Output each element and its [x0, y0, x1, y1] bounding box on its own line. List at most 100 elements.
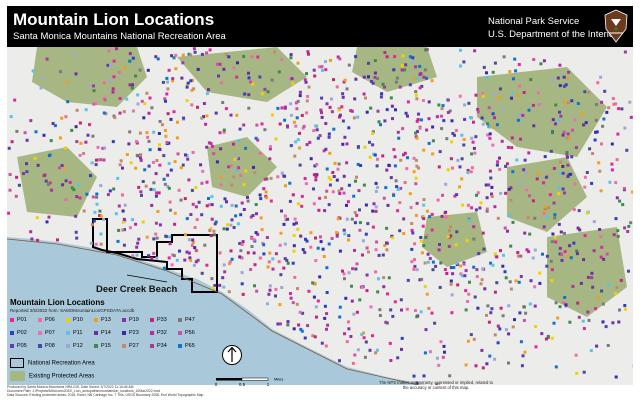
- lion-location-marker: [439, 340, 443, 344]
- lion-location-marker: [168, 200, 172, 204]
- legend-swatch: [94, 330, 98, 335]
- lion-location-marker: [291, 193, 295, 197]
- legend-item-p33: P33: [150, 317, 167, 323]
- lion-location-marker: [428, 350, 432, 354]
- lion-location-marker: [384, 186, 388, 190]
- legend-label: P05: [17, 343, 27, 349]
- lion-location-marker: [543, 155, 547, 159]
- lion-location-marker: [74, 230, 78, 234]
- lion-location-marker: [362, 336, 366, 340]
- lion-location-marker: [10, 140, 14, 144]
- lion-location-marker: [389, 176, 393, 180]
- lion-location-marker: [594, 118, 598, 122]
- lion-location-marker: [629, 221, 633, 225]
- lion-location-marker: [486, 304, 490, 308]
- lion-location-marker: [152, 160, 155, 164]
- lion-location-marker: [365, 289, 369, 293]
- nps-arrowhead-logo-icon: [604, 9, 628, 43]
- lion-location-marker: [504, 164, 508, 168]
- lion-location-marker: [325, 327, 328, 331]
- lion-location-marker: [137, 237, 141, 241]
- lion-location-marker: [158, 120, 162, 123]
- lion-location-marker: [243, 92, 247, 96]
- lion-location-marker: [460, 157, 464, 161]
- lion-location-marker: [147, 111, 151, 115]
- legend-label: P32: [157, 330, 167, 336]
- lion-location-marker: [342, 174, 346, 178]
- lion-location-marker: [42, 133, 46, 137]
- lion-location-marker: [354, 55, 358, 59]
- lion-location-marker: [389, 96, 393, 100]
- lion-location-marker: [442, 344, 446, 348]
- lion-location-marker: [458, 165, 462, 169]
- lion-location-marker: [528, 194, 531, 198]
- lion-location-marker: [347, 126, 351, 130]
- lion-location-marker: [314, 178, 318, 182]
- lion-location-marker: [61, 183, 65, 187]
- lion-location-marker: [377, 120, 381, 124]
- lion-location-marker: [554, 103, 558, 107]
- lion-location-marker: [344, 296, 348, 300]
- lion-location-marker: [509, 287, 513, 291]
- lion-location-marker: [537, 103, 541, 107]
- lion-location-marker: [466, 300, 469, 303]
- legend-swatch: [66, 317, 70, 322]
- lion-location-marker: [438, 150, 442, 154]
- lion-location-marker: [507, 332, 511, 336]
- legend-swatch: [122, 343, 126, 348]
- lion-location-marker: [464, 269, 468, 273]
- lion-location-marker: [249, 80, 252, 84]
- lion-location-marker: [316, 299, 320, 303]
- lion-location-marker: [247, 71, 250, 75]
- lion-location-marker: [410, 247, 414, 251]
- lion-location-marker: [234, 214, 238, 218]
- lion-location-marker: [335, 234, 339, 238]
- legend-item-p02: P02: [10, 330, 27, 336]
- lion-location-marker: [395, 76, 399, 80]
- lion-location-marker: [338, 57, 342, 61]
- lion-location-marker: [314, 236, 317, 240]
- lion-location-marker: [441, 104, 445, 108]
- lion-location-marker: [557, 185, 561, 189]
- lion-location-marker: [35, 216, 39, 220]
- lion-location-marker: [599, 75, 603, 79]
- lion-location-marker: [468, 280, 471, 284]
- lion-location-marker: [580, 112, 584, 116]
- lion-location-marker: [274, 294, 277, 298]
- lion-location-marker: [70, 128, 74, 132]
- lion-location-marker: [325, 291, 329, 294]
- lion-location-marker: [121, 193, 124, 197]
- lion-location-marker: [294, 101, 298, 105]
- lion-location-marker: [582, 123, 586, 127]
- lion-location-marker: [572, 241, 576, 245]
- lion-location-marker: [445, 272, 449, 275]
- lion-location-marker: [561, 187, 565, 191]
- lion-location-marker: [99, 184, 103, 188]
- lion-location-marker: [363, 145, 367, 149]
- lion-location-marker: [600, 142, 603, 146]
- lion-location-marker: [614, 375, 618, 379]
- lion-location-marker: [173, 222, 177, 226]
- lion-location-marker: [376, 157, 379, 161]
- lion-location-marker: [317, 208, 321, 212]
- lion-location-marker: [485, 362, 489, 366]
- lion-location-marker: [598, 228, 602, 231]
- lion-location-marker: [458, 94, 462, 98]
- lion-location-marker: [242, 183, 246, 187]
- lion-location-marker: [328, 105, 332, 109]
- lion-location-marker: [482, 247, 486, 251]
- lion-location-marker: [566, 101, 570, 105]
- lion-location-marker: [78, 153, 82, 157]
- lion-location-marker: [551, 118, 555, 122]
- lion-location-marker: [478, 206, 482, 210]
- lion-location-marker: [511, 220, 515, 224]
- lion-location-marker: [533, 304, 537, 308]
- lion-location-marker: [207, 197, 210, 200]
- legend-item-p11: P11: [66, 330, 82, 336]
- lion-location-marker: [451, 166, 454, 170]
- lion-location-marker: [450, 311, 454, 315]
- lion-location-marker: [470, 152, 474, 156]
- lion-location-marker: [325, 189, 329, 193]
- lion-location-marker: [566, 175, 570, 178]
- lion-location-marker: [262, 187, 266, 191]
